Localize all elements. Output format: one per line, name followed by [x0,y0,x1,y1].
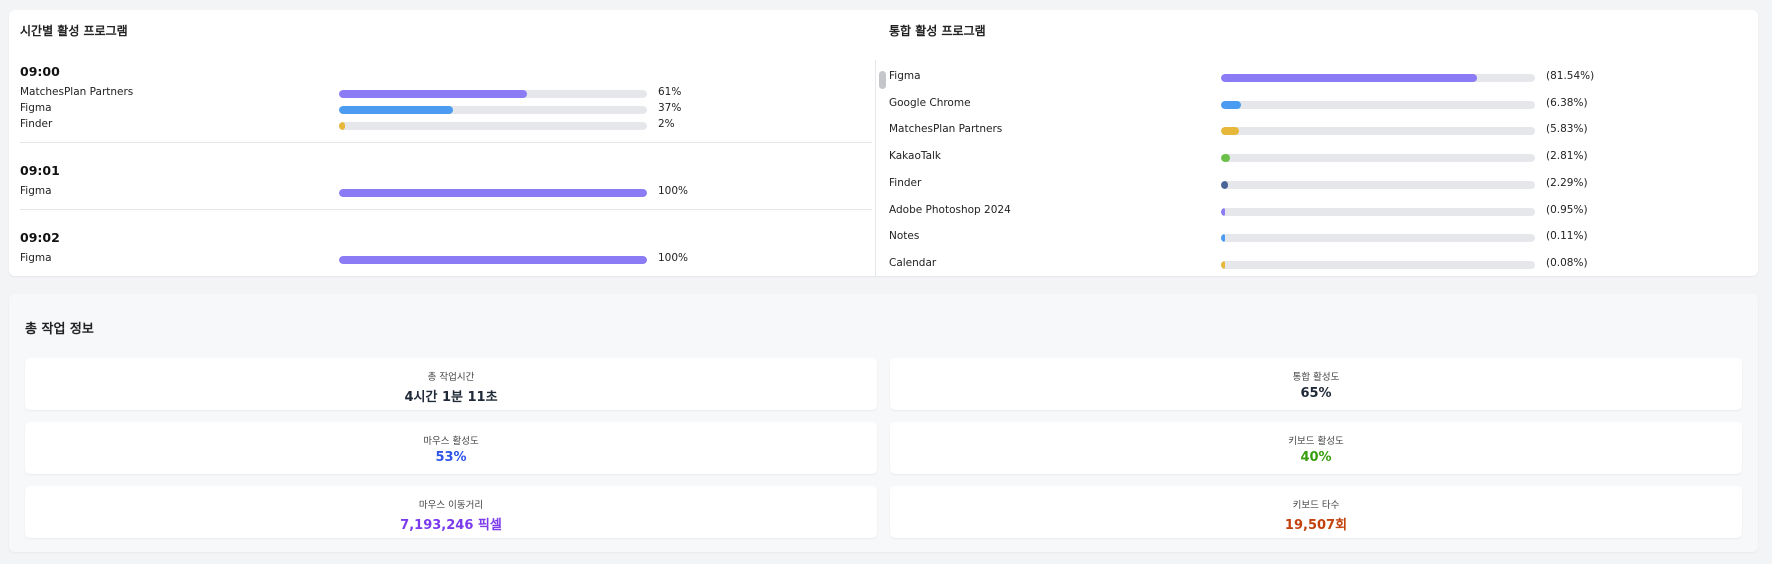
program-name: MatchesPlan Partners [20,86,134,98]
program-name: Finder [20,118,53,130]
hourly-programs-title: 시간별 활성 프로그램 [20,24,128,38]
progress-fill [1221,127,1240,136]
total-program-row: KakaoTalk (2.81%) [889,150,1749,166]
program-name: Figma [20,185,52,197]
overall-activity-label: 통합 활성도 [1292,372,1340,383]
program-name: Finder [889,176,922,189]
total-program-row: Notes (0.11%) [889,230,1749,246]
progress-fill [339,256,647,264]
hourly-program-row: Finder 2% [20,118,872,134]
activity-panel: 시간별 활성 프로그램 09:00 MatchesPlan Partners 61%… [9,10,1758,276]
program-percent: (5.83%) [1546,123,1588,136]
hour-label: 09:00 [20,64,60,79]
program-name: Adobe Photoshop 2024 [889,203,1011,216]
progress-fill [1221,260,1225,269]
progress-fill [1221,154,1230,163]
progress-fill [339,90,527,98]
progress-fill [339,189,647,197]
progress-track [1221,260,1535,269]
progress-track [339,122,647,130]
hourly-program-row: Figma 100% [20,185,872,201]
hour-label: 09:01 [20,163,60,178]
hourly-scrollbar[interactable] [875,60,887,276]
key-count-label: 키보드 타수 [1292,500,1340,511]
hour-group: 09:00 MatchesPlan Partners 61% Figma 37% Find… [20,58,872,143]
hourly-programs-section: 시간별 활성 프로그램 09:00 MatchesPlan Partners 61%… [20,10,886,276]
work-summary-panel: 총 작업 정보 총 작업시간 4시간 1분 11초 통합 활성도 65% 마우스… [9,294,1758,552]
progress-fill [1221,100,1242,109]
hourly-program-row: Figma 100% [20,252,872,268]
progress-fill [339,122,346,130]
total-program-row: Finder (2.29%) [889,177,1749,193]
mouse-distance-value: 7,193,246 픽셀 [400,518,502,533]
program-percent: (2.29%) [1546,176,1588,189]
progress-track [339,90,647,98]
total-time-value: 4시간 1분 11초 [404,390,498,405]
progress-track [339,106,647,114]
mouse-activity-card: 마우스 활성도 53% [25,422,877,474]
program-name: Calendar [889,256,937,269]
program-name: Figma [889,70,921,82]
keyboard-activity-card: 키보드 활성도 40% [890,422,1742,474]
progress-fill [1221,74,1478,82]
hourly-programs-list[interactable]: 09:00 MatchesPlan Partners 61% Figma 37% Find… [20,58,872,276]
progress-fill [1221,207,1225,216]
total-program-row: Calendar (0.08%) [889,257,1749,273]
hour-label: 09:02 [20,230,60,245]
total-program-row: Figma (81.54%) [889,70,1749,86]
program-percent: 37% [658,102,682,114]
progress-track [339,256,647,264]
progress-track [1221,154,1535,163]
key-count-card: 키보드 타수 19,507회 [890,486,1742,538]
program-percent: (0.95%) [1546,203,1588,216]
total-program-row: MatchesPlan Partners (5.83%) [889,123,1749,139]
hourly-program-row: MatchesPlan Partners 61% [20,86,872,102]
program-name: MatchesPlan Partners [889,123,1003,136]
progress-track [339,189,647,197]
total-programs-section: 통합 활성 프로그램 Figma (81.54%) Google Chrome (6.… [889,10,1749,276]
program-percent: 2% [658,118,675,130]
program-name: Notes [889,230,920,243]
total-time-label: 총 작업시간 [427,372,475,383]
progress-track [1221,207,1535,216]
progress-fill [1221,234,1225,243]
program-name: Figma [20,102,52,114]
work-summary-title: 총 작업 정보 [25,322,94,337]
program-percent: 100% [658,185,689,197]
mouse-distance-label: 마우스 이동거리 [418,500,484,511]
progress-track [1221,74,1535,82]
progress-track [1221,127,1535,136]
mouse-distance-card: 마우스 이동거리 7,193,246 픽셀 [25,486,877,538]
program-name: Figma [20,252,52,264]
program-percent: (81.54%) [1546,70,1595,82]
overall-activity-value: 65% [1300,386,1332,401]
progress-fill [1221,180,1229,189]
mouse-activity-label: 마우스 활성도 [423,436,479,447]
program-percent: (6.38%) [1546,96,1588,109]
scrollbar-thumb[interactable] [879,71,886,89]
progress-track [1221,180,1535,189]
keyboard-activity-value: 40% [1300,450,1332,465]
program-percent: 100% [658,252,689,264]
overall-activity-card: 통합 활성도 65% [890,358,1742,410]
keyboard-activity-label: 키보드 활성도 [1288,436,1344,447]
program-percent: (2.81%) [1546,150,1588,163]
program-percent: 61% [658,86,682,98]
mouse-activity-value: 53% [435,450,467,465]
total-time-card: 총 작업시간 4시간 1분 11초 [25,358,877,410]
hour-group: 09:01 Figma 100% [20,157,872,210]
progress-track [1221,234,1535,243]
hourly-program-row: Figma 37% [20,102,872,118]
total-program-row: Adobe Photoshop 2024 (0.95%) [889,204,1749,220]
key-count-value: 19,507회 [1284,518,1348,533]
program-percent: (0.11%) [1546,230,1588,243]
program-percent: (0.08%) [1546,256,1588,269]
progress-track [1221,100,1535,109]
program-name: KakaoTalk [889,150,941,163]
total-programs-title: 통합 활성 프로그램 [889,24,986,38]
total-program-row: Google Chrome (6.38%) [889,97,1749,113]
progress-fill [339,106,453,114]
hour-group: 09:02 Figma 100% [20,224,872,276]
program-name: Google Chrome [889,96,971,109]
